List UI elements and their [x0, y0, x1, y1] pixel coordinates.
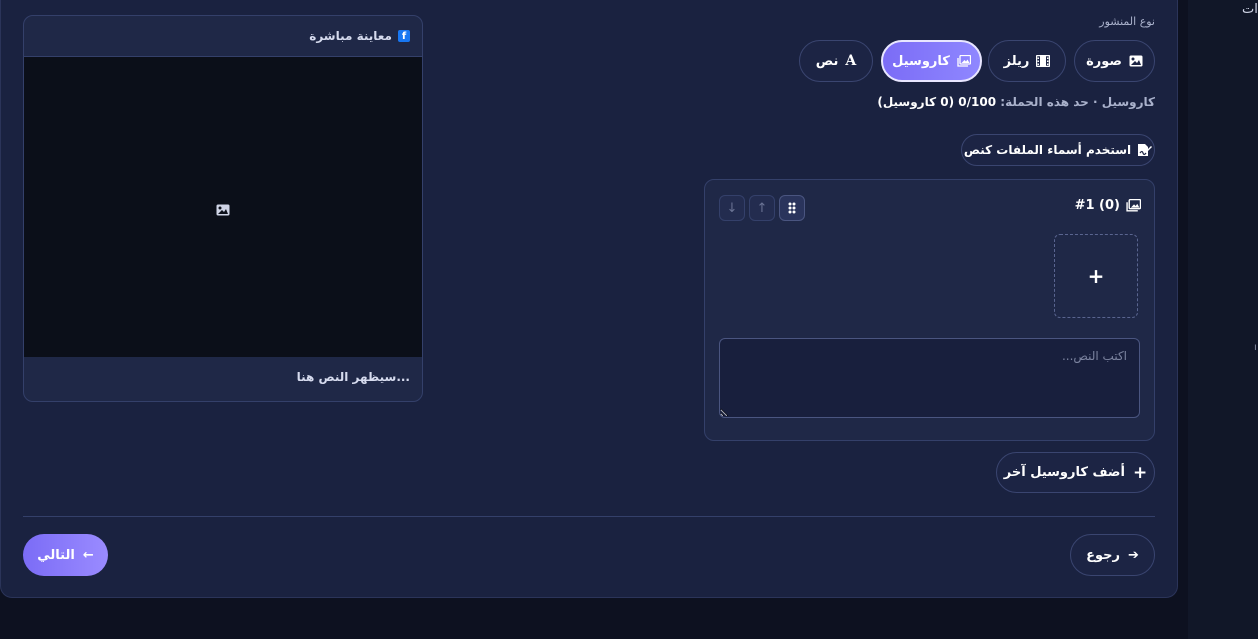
carousel-item-title: #1 (0) — [1074, 198, 1120, 213]
text-icon: A — [845, 53, 857, 69]
arrow-right-icon: ➔ — [1127, 547, 1139, 563]
campaign-limit-value: 0/100 (0 كاروسيل) — [877, 95, 997, 109]
back-button[interactable]: رجوع ➔ — [1070, 534, 1155, 576]
preview-caption: سيظهر النص هنا... — [296, 370, 410, 384]
arrow-down-icon: ↓ — [726, 200, 738, 216]
file-signature-icon — [1138, 144, 1153, 156]
sidebar-text-fragment: ات — [1242, 2, 1258, 17]
image-icon — [1129, 55, 1143, 67]
move-down-button[interactable]: ↓ — [719, 195, 745, 221]
post-type-text-button[interactable]: نص A — [799, 40, 873, 82]
footer-divider — [23, 516, 1155, 517]
add-carousel-label: أضف كاروسيل آخر — [1003, 465, 1125, 480]
post-type-label: نوع المنشور — [1099, 15, 1155, 28]
post-type-carousel-button[interactable]: كاروسيل — [881, 40, 982, 82]
add-media-button[interactable]: + — [1054, 234, 1138, 318]
preview-header: معاينة مباشرة f — [24, 16, 422, 57]
use-filenames-label: استخدم أسماء الملفات كنص — [963, 143, 1132, 157]
carousel-item-card: #1 (0) ↑ ↓ + — [704, 179, 1155, 441]
plus-icon: + — [1132, 462, 1148, 483]
preview-title: معاينة مباشرة — [309, 29, 392, 43]
live-preview-panel: معاينة مباشرة f سيظهر النص هنا... — [23, 15, 423, 402]
campaign-limit-prefix: كاروسيل · حد هذه الحملة: — [1000, 95, 1155, 109]
post-type-reels-button[interactable]: ريلز — [988, 40, 1066, 82]
sidebar-dot-fragment: ı — [1254, 342, 1257, 353]
grip-icon — [788, 202, 796, 214]
post-type-text-label: نص — [815, 53, 839, 69]
images-icon — [1126, 199, 1141, 212]
arrow-left-icon: ← — [82, 547, 94, 563]
next-label: التالي — [37, 547, 75, 563]
arrow-up-icon: ↑ — [756, 200, 768, 216]
post-type-image-button[interactable]: صورة — [1074, 40, 1155, 82]
plus-icon: + — [1087, 264, 1105, 288]
post-type-image-label: صورة — [1086, 53, 1122, 69]
image-icon — [216, 204, 230, 216]
caption-textarea[interactable] — [719, 338, 1140, 418]
move-up-button[interactable]: ↑ — [749, 195, 775, 221]
post-type-carousel-label: كاروسيل — [892, 53, 950, 69]
carousel-item-header: #1 (0) — [1075, 198, 1141, 213]
preview-media-area — [24, 57, 422, 357]
right-sidebar-strip — [1188, 0, 1258, 639]
facebook-icon: f — [398, 30, 410, 42]
drag-handle[interactable] — [779, 195, 805, 221]
post-type-reels-label: ريلز — [1003, 53, 1030, 69]
add-another-carousel-button[interactable]: أضف كاروسيل آخر + — [996, 452, 1155, 493]
use-filenames-as-text-button[interactable]: استخدم أسماء الملفات كنص — [961, 134, 1155, 166]
campaign-limit-text: كاروسيل · حد هذه الحملة: 0/100 (0 كاروسي… — [877, 95, 1155, 109]
back-label: رجوع — [1086, 547, 1120, 563]
next-button[interactable]: التالي ← — [23, 534, 108, 576]
images-icon — [957, 55, 971, 67]
film-icon — [1036, 55, 1051, 67]
